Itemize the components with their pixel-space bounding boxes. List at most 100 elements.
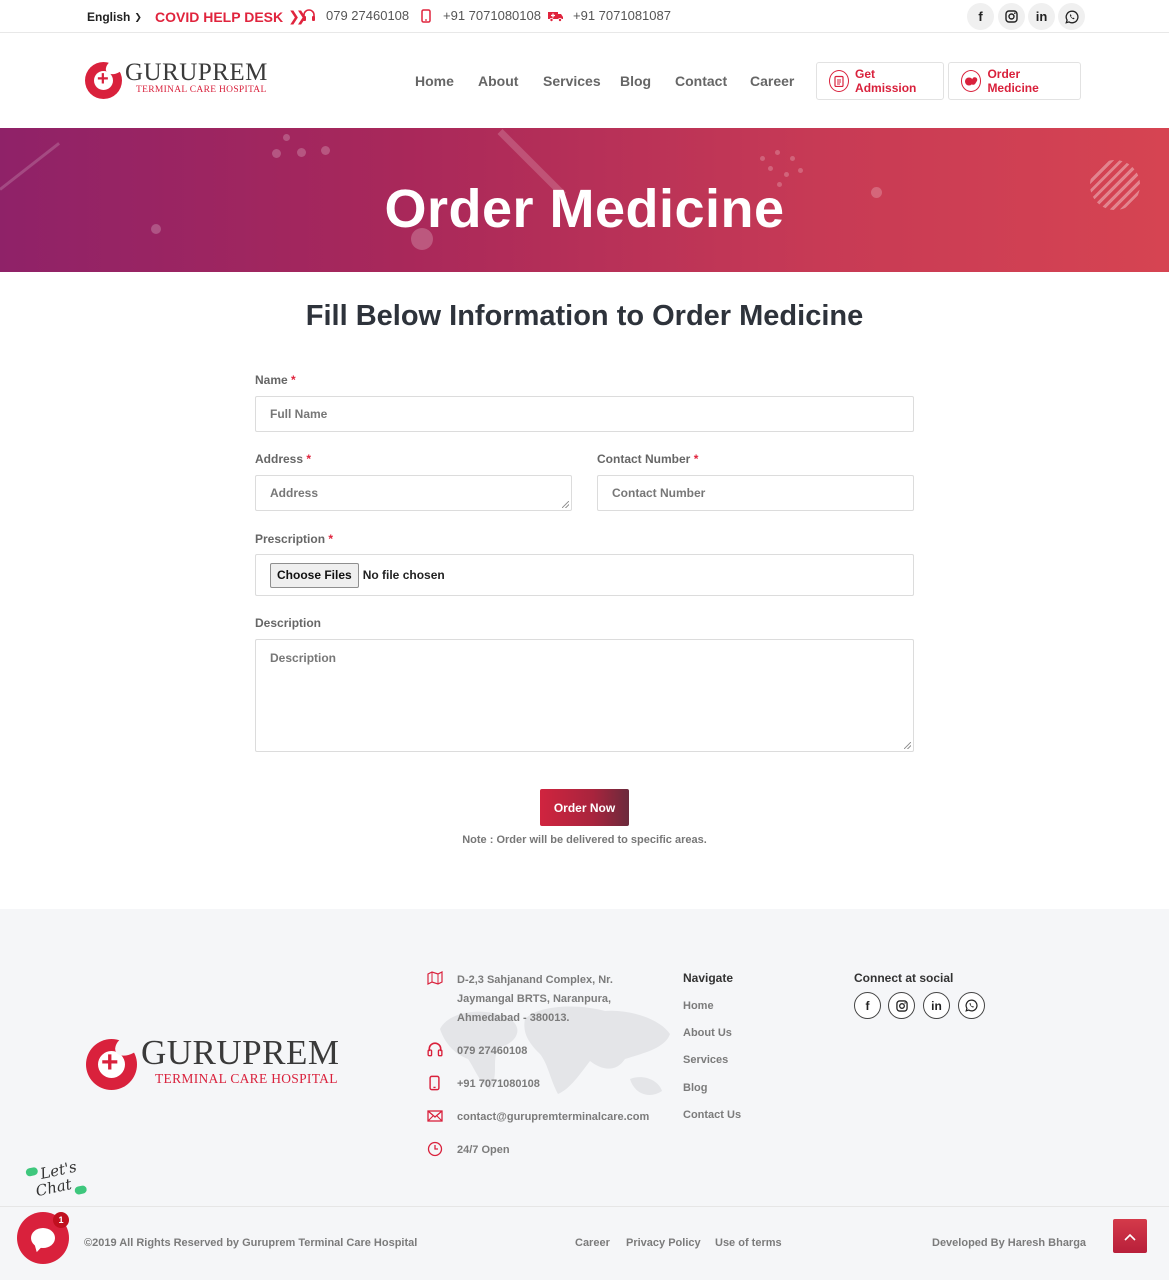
covid-help-desk-link[interactable]: COVID HELP DESK ❯❯ — [155, 8, 308, 25]
site-header: + GURUPREM TERMINAL CARE HOSPITAL Home A… — [0, 33, 1169, 128]
chevron-down-icon: ❯ — [134, 11, 142, 22]
contact-number-placeholder: Contact Number — [612, 486, 706, 500]
headset-icon — [426, 1042, 443, 1063]
prescription-file-field: Choose Files No file chosen — [255, 554, 914, 596]
linkedin-icon[interactable]: in — [923, 992, 950, 1019]
mobile-icon — [426, 1075, 443, 1096]
copyright-text: ©2019 All Rights Reserved by Guruprem Te… — [84, 1237, 418, 1249]
address-placeholder: Address — [270, 486, 319, 500]
ambulance-icon — [548, 10, 564, 22]
footer-divider — [0, 1206, 1169, 1207]
envelope-icon — [426, 1108, 443, 1127]
address-line: Jaymangal BRTS, Naranpura, — [457, 993, 612, 1005]
footer-logo-subtitle: TERMINAL CARE HOSPITAL — [155, 1071, 338, 1087]
contact-number-label: Contact Number * — [597, 452, 699, 466]
get-admission-label: Get Admission — [855, 67, 917, 95]
nav-blog[interactable]: Blog — [620, 73, 651, 89]
whatsapp-icon[interactable] — [1058, 3, 1085, 30]
navigate-heading: Navigate — [683, 971, 734, 985]
order-medicine-button[interactable]: Order Medicine — [948, 62, 1081, 100]
linkedin-icon[interactable]: in — [1028, 3, 1055, 30]
logo-name: GURUPREM — [125, 58, 268, 86]
get-admission-button[interactable]: Get Admission — [816, 62, 944, 100]
choose-files-button[interactable]: Choose Files — [270, 562, 359, 588]
scroll-to-top-button[interactable] — [1113, 1219, 1147, 1253]
footer-link-contact[interactable]: Contact Us — [683, 1109, 741, 1121]
map-icon — [426, 971, 443, 1028]
order-now-button[interactable]: Order Now — [540, 789, 629, 826]
address-input[interactable]: Address — [255, 475, 572, 511]
footer-email[interactable]: contact@gurupremterminalcare.com — [426, 1108, 649, 1127]
footer-phone-number: 079 27460108 — [457, 1045, 528, 1057]
phone-number: 079 27460108 — [326, 8, 410, 23]
topbar-mobile[interactable]: +91 7071080108 — [418, 8, 541, 23]
lets-chat-text: Chat — [34, 1175, 74, 1201]
resize-handle-icon[interactable] — [562, 501, 569, 508]
description-placeholder: Description — [270, 651, 337, 665]
logo-mark-icon: + — [85, 54, 130, 99]
nav-career[interactable]: Career — [750, 73, 794, 89]
footer-logo[interactable]: + GURUPREM TERMINAL CARE HOSPITAL — [86, 1028, 339, 1090]
form-heading: Fill Below Information to Order Medicine — [305, 300, 864, 332]
footer-link-home[interactable]: Home — [683, 1000, 714, 1012]
name-placeholder: Full Name — [270, 407, 328, 421]
footer-logo-name: GURUPREM — [141, 1033, 340, 1073]
footer-link-use-of-terms[interactable]: Use of terms — [715, 1237, 782, 1249]
chat-unread-badge: 1 — [53, 1212, 69, 1228]
footer-link-services[interactable]: Services — [683, 1054, 728, 1066]
resize-handle-icon[interactable] — [904, 742, 911, 749]
footer-phone[interactable]: 079 27460108 — [426, 1042, 527, 1063]
name-input[interactable]: Full Name — [255, 396, 914, 432]
pills-icon — [961, 70, 982, 92]
instagram-icon[interactable] — [888, 992, 915, 1019]
name-label: Name * — [255, 373, 296, 387]
page-title: Order Medicine — [384, 179, 785, 239]
nav-about[interactable]: About — [478, 73, 518, 89]
nav-home[interactable]: Home — [415, 73, 454, 89]
instagram-icon[interactable] — [998, 3, 1025, 30]
footer-mobile[interactable]: +91 7071080108 — [426, 1075, 540, 1096]
page-banner: Order Medicine — [0, 128, 1169, 272]
ambulance-number: +91 7071081087 — [573, 8, 671, 23]
clock-icon — [426, 1141, 443, 1162]
delivery-note: Note : Order will be delivered to specif… — [462, 834, 707, 846]
facebook-icon[interactable]: f — [967, 3, 994, 30]
site-footer: + GURUPREM TERMINAL CARE HOSPITAL — [0, 909, 1169, 1280]
footer-link-career[interactable]: Career — [575, 1237, 610, 1249]
chat-bubble-icon — [31, 1228, 55, 1248]
whatsapp-icon[interactable] — [958, 992, 985, 1019]
contact-number-input[interactable]: Contact Number — [597, 475, 914, 511]
facebook-icon[interactable]: f — [854, 992, 881, 1019]
address-line: Ahmedabad - 380013. — [457, 1012, 570, 1024]
topbar-ambulance[interactable]: +91 7071081087 — [548, 8, 671, 23]
logo-subtitle: TERMINAL CARE HOSPITAL — [136, 84, 267, 95]
topbar-phone[interactable]: 079 27460108 — [301, 8, 409, 23]
footer-hours-text: 24/7 Open — [457, 1144, 510, 1156]
logo-mark-icon: + — [86, 1028, 147, 1090]
language-label: English — [87, 10, 131, 24]
site-logo[interactable]: + GURUPREM TERMINAL CARE HOSPITAL — [85, 54, 268, 99]
developer-credit: Developed By Haresh Bharga — [932, 1237, 1087, 1249]
nav-contact[interactable]: Contact — [675, 73, 727, 89]
address-line: D-2,3 Sahjanand Complex, Nr. — [457, 974, 613, 986]
order-medicine-label: Order Medicine — [987, 67, 1039, 95]
footer-link-blog[interactable]: Blog — [683, 1082, 707, 1094]
chevron-up-icon — [1124, 1229, 1136, 1244]
description-textarea[interactable]: Description — [255, 639, 914, 752]
footer-email-address: contact@gurupremterminalcare.com — [457, 1111, 650, 1123]
headset-icon — [301, 8, 317, 23]
clipboard-icon — [829, 70, 850, 92]
covid-help-desk-label: COVID HELP DESK — [155, 8, 284, 25]
nav-services[interactable]: Services — [543, 73, 601, 89]
mobile-icon — [418, 8, 434, 23]
footer-link-privacy-policy[interactable]: Privacy Policy — [626, 1237, 701, 1249]
description-label: Description — [255, 616, 322, 630]
footer-link-about[interactable]: About Us — [683, 1027, 732, 1039]
top-bar: English ❯ COVID HELP DESK ❯❯ 079 2746010… — [0, 0, 1169, 33]
mobile-number: +91 7071080108 — [443, 8, 541, 23]
address-label: Address * — [255, 452, 312, 466]
prescription-label: Prescription * — [255, 532, 334, 546]
language-selector[interactable]: English ❯ — [87, 10, 142, 24]
footer-hours: 24/7 Open — [426, 1141, 510, 1162]
footer-mobile-number: +91 7071080108 — [457, 1078, 540, 1090]
